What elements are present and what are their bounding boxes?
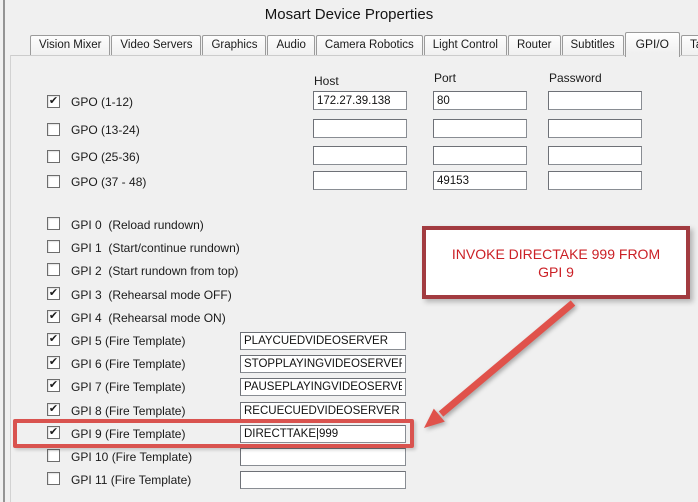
gpo-label: GPO (25-36) [71, 150, 140, 164]
gpi-row: ✔ GPI 7 (Fire Template) [0, 379, 698, 399]
gpi-checkbox[interactable] [47, 263, 60, 276]
tab-gpi-o[interactable]: GPI/O [625, 32, 680, 57]
column-header-host: Host [314, 74, 339, 88]
gpi-checkbox[interactable]: ✔ [47, 356, 60, 369]
gpo-row: ✔ GPO (1-12) [0, 91, 698, 111]
gpo-host-input[interactable] [313, 146, 407, 165]
column-header-password: Password [549, 71, 602, 85]
gpi-template-input[interactable] [240, 402, 406, 420]
gpo-label: GPO (13-24) [71, 123, 140, 137]
gpi-label: GPI 7 (Fire Template) [71, 380, 185, 394]
gpi-template-input[interactable] [240, 471, 406, 489]
gpi-label: GPI 9 (Fire Template) [71, 427, 185, 441]
gpi-label: GPI 8 (Fire Template) [71, 404, 185, 418]
gpi-template-input[interactable] [240, 332, 406, 350]
gpo-host-input[interactable] [313, 171, 407, 190]
gpi-checkbox[interactable] [47, 472, 60, 485]
column-header-port: Port [434, 71, 456, 85]
gpo-checkbox[interactable] [47, 175, 60, 188]
window-title: Mosart Device Properties [0, 6, 698, 23]
gpi-checkbox[interactable] [47, 217, 60, 230]
gpi-row: ✔ GPI 8 (Fire Template) [0, 403, 698, 423]
gpi-row: GPI 10 (Fire Template) [0, 449, 698, 469]
gpi-checkbox[interactable] [47, 240, 60, 253]
tab-vision-mixer[interactable]: Vision Mixer [30, 35, 110, 55]
gpi-checkbox[interactable]: ✔ [47, 426, 60, 439]
gpo-port-input[interactable] [433, 91, 527, 110]
tab-light-control[interactable]: Light Control [424, 35, 507, 55]
gpi-label: GPI 4 (Rehearsal mode ON) [71, 311, 226, 325]
gpi-label: GPI 11 (Fire Template) [71, 473, 191, 487]
gpi-template-input[interactable] [240, 378, 406, 396]
gpi-label: GPI 1 (Start/continue rundown) [71, 241, 240, 255]
gpi-label: GPI 5 (Fire Template) [71, 334, 185, 348]
tab-graphics[interactable]: Graphics [202, 35, 266, 55]
gpi-label: GPI 10 (Fire Template) [71, 450, 192, 464]
gpo-row: GPO (13-24) [0, 119, 698, 139]
gpi-checkbox[interactable]: ✔ [47, 333, 60, 346]
tab-tally[interactable]: Tally [681, 35, 698, 55]
gpi-checkbox[interactable]: ✔ [47, 310, 60, 323]
gpi-label: GPI 0 (Reload rundown) [71, 218, 204, 232]
tab-video-servers[interactable]: Video Servers [111, 35, 201, 55]
gpi-checkbox[interactable]: ✔ [47, 403, 60, 416]
gpo-password-input[interactable] [548, 146, 642, 165]
annotation-line-2: GPI 9 [538, 263, 574, 281]
gpi-template-input[interactable] [240, 425, 406, 443]
gpi-checkbox[interactable]: ✔ [47, 287, 60, 300]
gpo-port-input[interactable] [433, 146, 527, 165]
gpo-password-input[interactable] [548, 91, 642, 110]
annotation-line-1: INVOKE DIRECTAKE 999 FROM [452, 245, 660, 263]
gpo-checkbox[interactable] [47, 150, 60, 163]
gpi-row: ✔ GPI 4 (Rehearsal mode ON) [0, 310, 698, 330]
gpi-label: GPI 2 (Start rundown from top) [71, 264, 238, 278]
tab-bar: Vision MixerVideo ServersGraphicsAudioCa… [30, 31, 698, 55]
gpo-label: GPO (37 - 48) [71, 175, 146, 189]
gpi-row: ✔ GPI 6 (Fire Template) [0, 356, 698, 376]
gpi-checkbox[interactable] [47, 449, 60, 462]
gpo-row: GPO (25-36) [0, 146, 698, 166]
gpi-template-input[interactable] [240, 448, 406, 466]
gpo-checkbox[interactable]: ✔ [47, 95, 60, 108]
gpi-template-input[interactable] [240, 355, 406, 373]
gpo-label: GPO (1-12) [71, 95, 133, 109]
gpo-host-input[interactable] [313, 91, 407, 110]
tab-subtitles[interactable]: Subtitles [562, 35, 624, 55]
gpo-password-input[interactable] [548, 171, 642, 190]
tab-router[interactable]: Router [508, 35, 561, 55]
gpi-checkbox[interactable]: ✔ [47, 379, 60, 392]
gpi-row: ✔ GPI 5 (Fire Template) [0, 333, 698, 353]
gpo-port-input[interactable] [433, 119, 527, 138]
gpo-checkbox[interactable] [47, 123, 60, 136]
gpo-password-input[interactable] [548, 119, 642, 138]
tab-camera-robotics[interactable]: Camera Robotics [316, 35, 423, 55]
gpo-host-input[interactable] [313, 119, 407, 138]
gpo-row: GPO (37 - 48) [0, 171, 698, 191]
gpi-label: GPI 6 (Fire Template) [71, 357, 185, 371]
gpo-port-input[interactable] [433, 171, 527, 190]
annotation-box: INVOKE DIRECTAKE 999 FROM GPI 9 [422, 226, 690, 299]
gpi-row: ✔ GPI 9 (Fire Template) [0, 426, 698, 446]
tab-pane-top-border [10, 55, 698, 56]
gpi-label: GPI 3 (Rehearsal mode OFF) [71, 288, 232, 302]
tab-audio[interactable]: Audio [267, 35, 314, 55]
gpi-row: GPI 11 (Fire Template) [0, 472, 698, 492]
